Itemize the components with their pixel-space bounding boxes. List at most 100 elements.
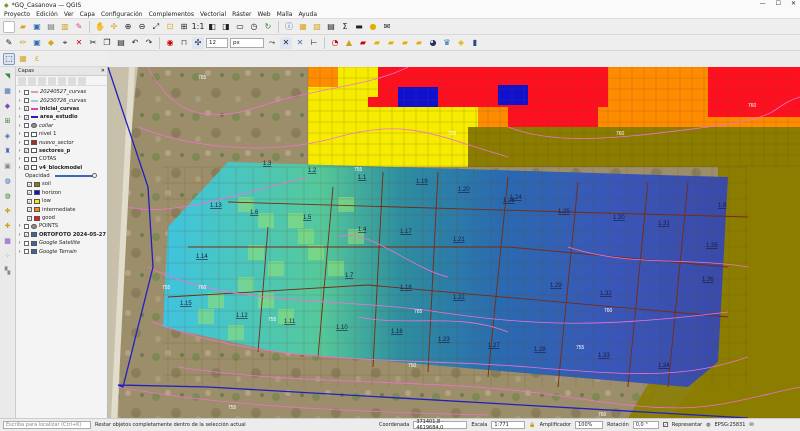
close-icon[interactable]: ✕ (791, 0, 796, 7)
add-virtual-icon[interactable]: ▣ (2, 161, 13, 172)
menu-item[interactable]: Web (257, 11, 270, 18)
menu-item[interactable]: Vectorial (200, 11, 226, 18)
delete-selected-icon[interactable]: ✕ (73, 37, 85, 49)
new-shapefile-icon[interactable]: ✚ (2, 206, 13, 217)
pin-labels-icon[interactable]: ▲ (343, 37, 355, 49)
legend-checkbox[interactable]: ✓ (27, 198, 32, 204)
legend-checkbox[interactable]: ✓ (27, 181, 32, 187)
layer-row[interactable]: › COTAS (17, 155, 106, 163)
paste-features-icon[interactable]: ▤ (115, 37, 127, 49)
plugin-globe-icon[interactable]: ◕ (427, 37, 439, 49)
scale-field[interactable]: 1:771 (491, 420, 526, 429)
tolerance-icon[interactable]: ✣ (192, 36, 204, 49)
save-edits-icon[interactable]: ▣ (31, 37, 43, 49)
layer-visibility-checkbox[interactable] (24, 249, 29, 255)
expand-arrow-icon[interactable]: › (17, 249, 22, 255)
open-project-icon[interactable]: ▰ (17, 21, 29, 33)
layer-visibility-checkbox[interactable] (24, 123, 29, 129)
menu-item[interactable]: Malla (277, 11, 293, 18)
zoom-native-icon[interactable]: 1:1 (192, 21, 205, 33)
expand-arrow-icon[interactable]: › (17, 156, 22, 162)
maximize-icon[interactable]: ☐ (776, 0, 781, 7)
layer-visibility-checkbox[interactable] (24, 89, 29, 95)
zoom-in-icon[interactable]: ⊕ (122, 21, 134, 33)
expand-arrow-icon[interactable]: › (17, 123, 22, 129)
collapse-all-icon[interactable] (68, 76, 76, 85)
layer-row[interactable]: › nivel 1 (17, 130, 106, 138)
layer-visibility-checkbox[interactable] (24, 156, 29, 162)
style-manager-icon[interactable]: ✎ (73, 21, 85, 33)
menu-item[interactable]: Proyecto (4, 11, 30, 18)
layer-diagram-icon[interactable]: ◔ (329, 37, 341, 49)
add-mesh-icon[interactable]: ◆ (2, 101, 13, 112)
layout-manager-icon[interactable]: ▥ (59, 21, 71, 33)
menu-item[interactable]: Ver (64, 11, 74, 18)
render-checkbox[interactable]: ✓ (662, 422, 668, 427)
manage-visibility-icon[interactable] (38, 76, 46, 85)
layer-visibility-checkbox[interactable]: ✓ (24, 165, 29, 171)
filter-legend-icon[interactable] (48, 76, 56, 85)
new-map-view-icon[interactable]: ▭ (234, 21, 246, 33)
refresh-icon[interactable]: ↻ (262, 21, 274, 33)
cut-features-icon[interactable]: ✂ (87, 37, 99, 49)
highlight-labels-icon[interactable]: ▰ (357, 37, 369, 49)
temporal-icon[interactable]: ◷ (248, 21, 260, 33)
plugin-tool-icon[interactable]: ◈ (455, 37, 467, 49)
snapping-icon[interactable]: ⊓ (178, 37, 190, 49)
intersection-icon[interactable]: ✕ (294, 37, 306, 49)
layer-row[interactable]: › ✓ v4_blockmodel (17, 164, 106, 172)
select-expression-icon[interactable]: ε (31, 53, 43, 65)
expand-arrow-icon[interactable]: › (17, 98, 22, 104)
label-tool-icon[interactable]: ◉ (164, 37, 176, 49)
layer-row[interactable]: › ✓ sectores_p (17, 147, 106, 155)
add-vector-icon[interactable]: ◥ (2, 71, 13, 82)
identify-icon[interactable]: ⓘ (283, 21, 295, 33)
select-polygon-icon[interactable]: ▦ (17, 53, 29, 65)
trace-icon[interactable]: ✕ (280, 36, 292, 49)
expand-arrow-icon[interactable]: › (17, 240, 22, 246)
zoom-next-icon[interactable]: ◨ (220, 21, 232, 33)
magnifier-field[interactable]: 100% (575, 420, 604, 429)
legend-entry[interactable]: ✓ intermediate (17, 205, 106, 213)
add-wfs-icon[interactable]: ◍ (2, 191, 13, 202)
zoom-unit-select[interactable]: px (230, 37, 264, 48)
add-xyz-icon[interactable]: ▚ (2, 266, 13, 277)
add-raster-icon[interactable]: ▦ (2, 86, 13, 97)
minimize-icon[interactable]: — (760, 0, 766, 7)
pan-icon[interactable]: ✋ (94, 21, 106, 33)
statistics-icon[interactable]: Σ (339, 21, 351, 33)
zoom-value-field[interactable]: 12 (206, 37, 228, 48)
opacity-slider[interactable] (54, 173, 97, 179)
expand-arrow-icon[interactable]: › (17, 106, 22, 112)
layer-row[interactable]: › 20240527_curvas (17, 88, 106, 96)
deselect-icon[interactable]: ▧ (311, 21, 323, 33)
add-wms-icon[interactable]: ◍ (2, 176, 13, 187)
expand-arrow-icon[interactable]: › (17, 232, 22, 238)
pan-to-selection-icon[interactable]: ✣ (108, 21, 120, 33)
remove-layer-icon[interactable] (78, 76, 86, 85)
legend-entry[interactable]: ✓ soil (17, 180, 106, 188)
map-tips-icon[interactable]: ● (367, 21, 379, 33)
move-label-icon[interactable]: ▰ (385, 37, 397, 49)
layer-row[interactable]: › POINTS (17, 222, 106, 230)
expand-arrow-icon[interactable]: › (17, 131, 22, 137)
topology-icon[interactable]: ⤳ (266, 37, 278, 49)
redo-icon[interactable]: ↷ (143, 37, 155, 49)
menu-item[interactable]: Complementos (149, 11, 194, 18)
layer-visibility-checkbox[interactable] (24, 131, 29, 137)
toggle-editing-icon[interactable]: ✏ (17, 37, 29, 49)
lock-icon[interactable]: 🔒 (529, 422, 535, 428)
layer-visibility-checkbox[interactable] (24, 240, 29, 246)
layer-visibility-checkbox[interactable]: ✓ (24, 114, 29, 120)
layer-row[interactable]: › Google Satellite (17, 239, 106, 247)
add-delimited-icon[interactable]: ⊞ (2, 116, 13, 127)
zoom-last-icon[interactable]: ◧ (206, 21, 218, 33)
self-snap-icon[interactable]: ⊢ (308, 37, 320, 49)
add-point-cloud-icon[interactable]: ⁘ (2, 251, 13, 262)
menu-item[interactable]: Capa (80, 11, 95, 18)
panel-close-icon[interactable]: ✕ (101, 68, 105, 74)
layer-visibility-checkbox[interactable] (24, 140, 29, 146)
layer-row[interactable]: › Google Terrain (17, 247, 106, 255)
add-group-icon[interactable] (28, 76, 36, 85)
menu-item[interactable]: Edición (36, 11, 58, 18)
